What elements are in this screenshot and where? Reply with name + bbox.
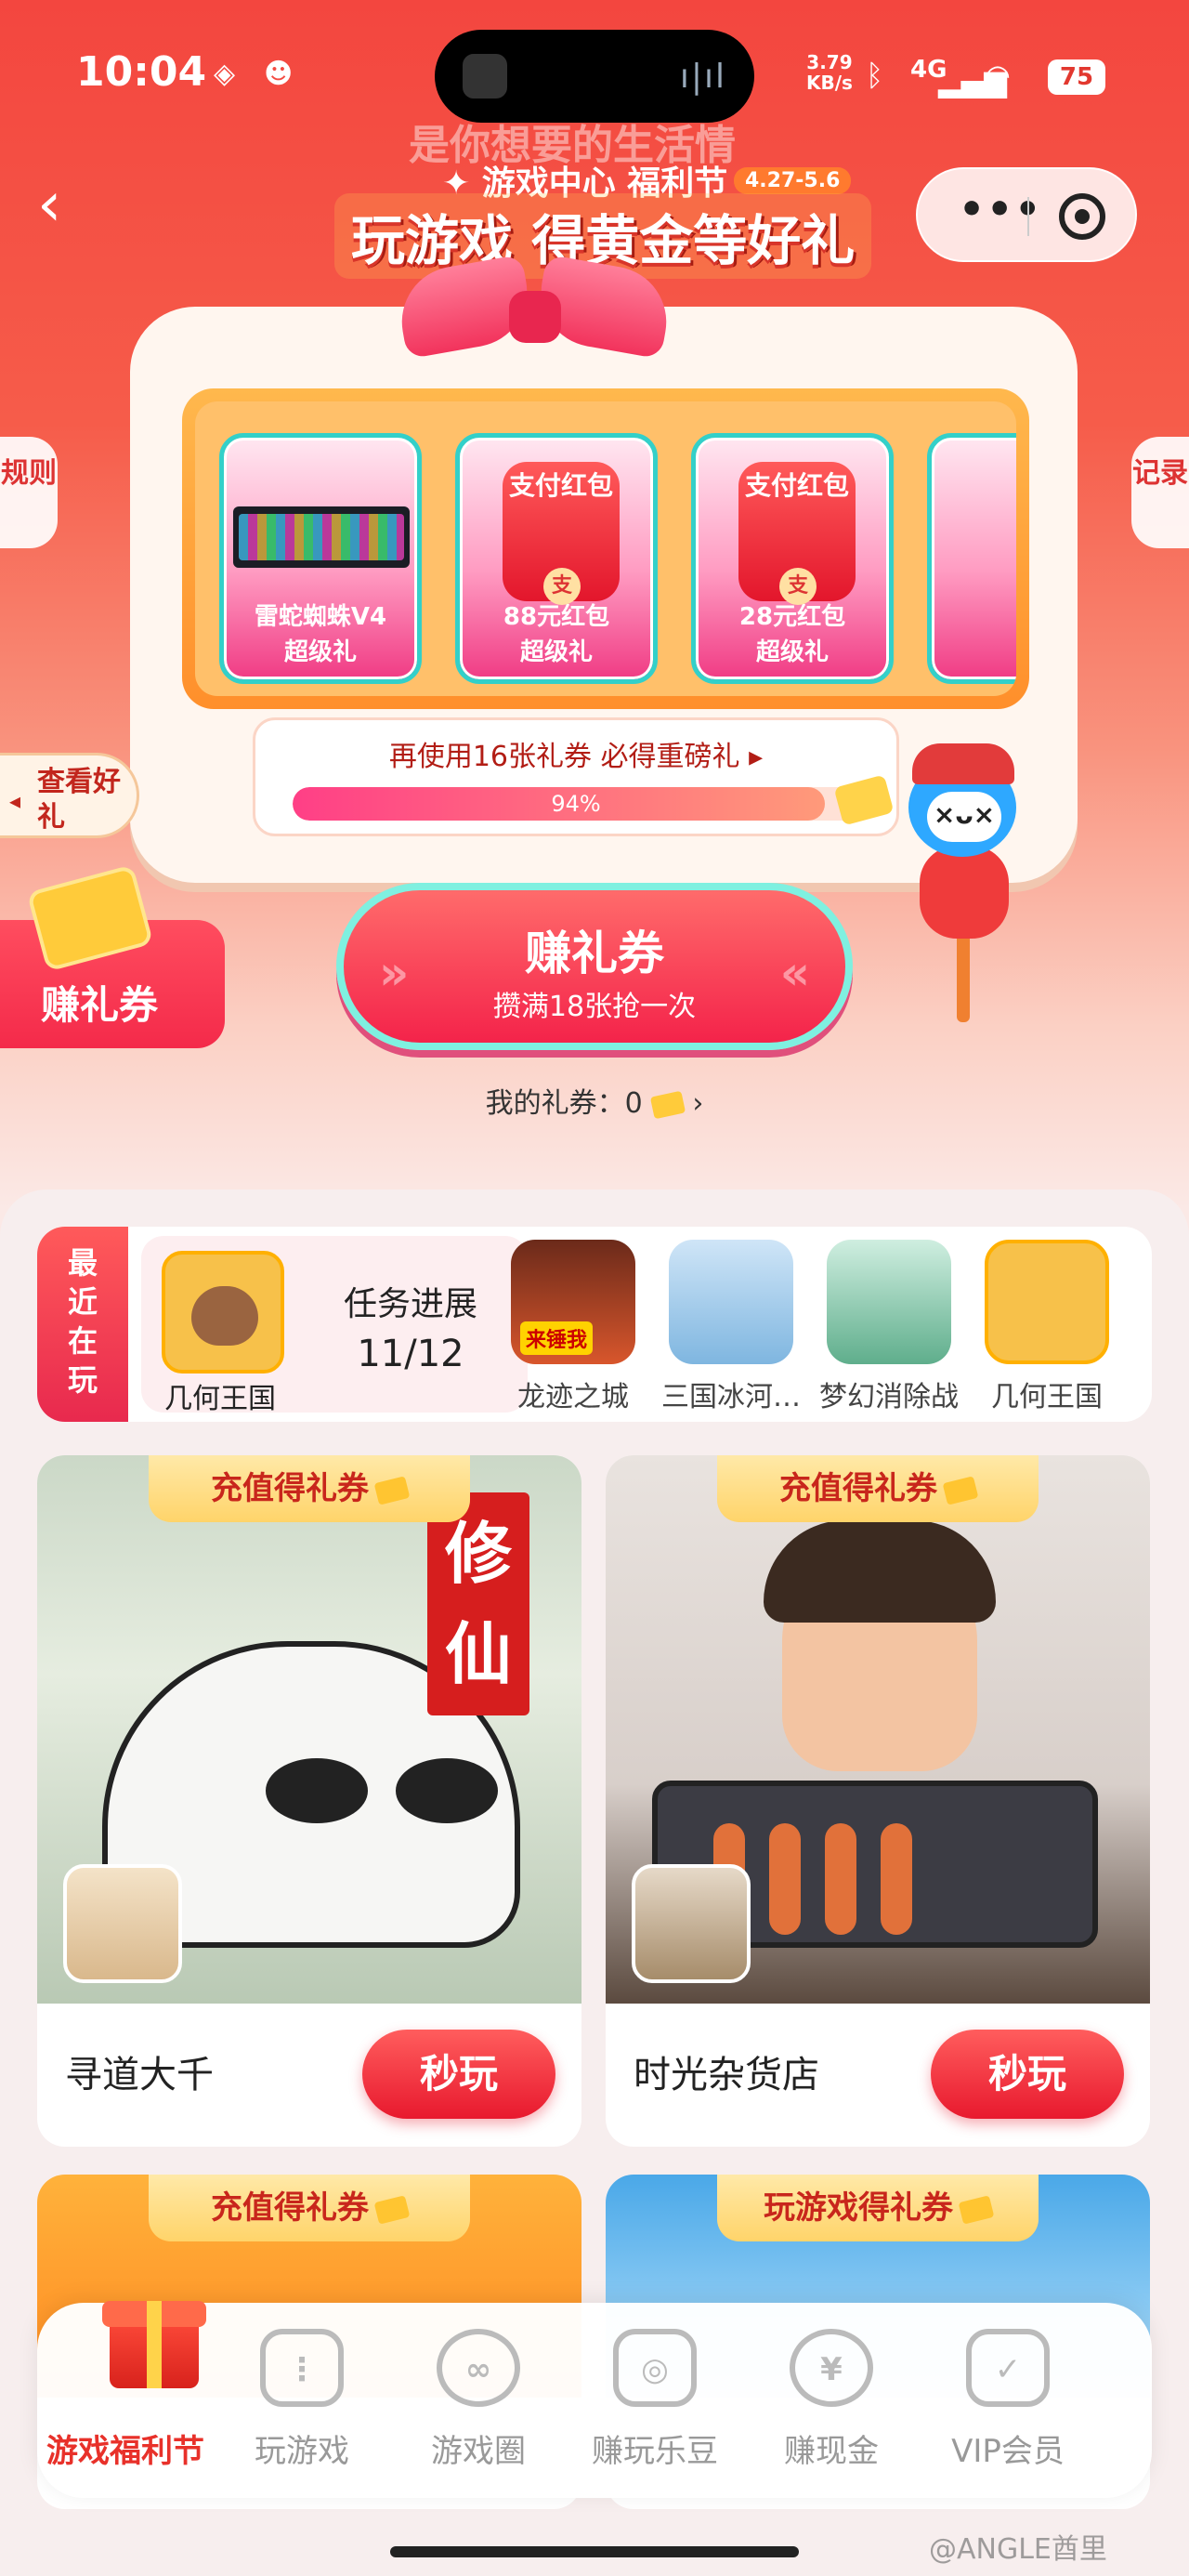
vip-icon: ✓ [966,2329,1050,2407]
recent-game-icon[interactable]: 来锤我 [511,1240,635,1364]
progress-percent: 94% [551,791,601,817]
more-button[interactable]: ••• [959,186,1042,233]
game-icon-jihe [162,1251,284,1373]
woman-illustration [764,1520,996,1771]
watermark: @ANGLE酋里 [929,2533,1107,2566]
ticket-icon [649,1090,686,1119]
network-speed: 3.79 KB/s [806,51,853,94]
mini-program-capsule: ••• [916,167,1137,262]
coupon-tag: 充值得礼券 [149,2175,470,2241]
mascot: ×ᴗ× [899,743,1029,1022]
recent-game-icon[interactable] [669,1240,793,1364]
nav-item-earn-cash[interactable]: ¥ 赚现金 [743,2303,920,2498]
island-thumbnail [463,54,507,99]
home-indicator[interactable] [390,2546,799,2557]
keyboard-image [233,506,410,568]
game-name: 几何王国 [164,1383,276,1415]
progress-bar: 94% [293,787,859,821]
nav-item-festival[interactable]: 游戏福利节 [37,2301,214,2498]
mascot-face: ×ᴗ× [927,792,1001,842]
recent-game-name: 梦幻消除战 [819,1381,959,1413]
battery-indicator: 75 [1048,59,1105,95]
earn-coupon-button[interactable]: » « 赚礼券 攒满18张抢一次 [336,883,853,1050]
nav-item-vip[interactable]: ✓ VIP会员 [920,2303,1096,2498]
recent-game-icon[interactable] [985,1240,1109,1364]
prize-reel: 雷蛇蜘蛛V4 超级礼 支付红包 支 88元红包 超级礼 支付红包 支 28元红包 超级… [182,388,1029,709]
play-now-button[interactable]: 秒玩 [931,2030,1124,2119]
festival-dates: 4.27-5.6 [734,167,852,194]
recent-game-name: 龙迹之城 [517,1381,629,1413]
earn-coupon-side-button[interactable]: 赚礼券 [0,864,225,1048]
controller-icon: ⋮ [260,2329,344,2407]
recent-game-name: 三国冰河… [661,1381,801,1413]
play-now-button[interactable]: 秒玩 [362,2030,555,2119]
nav-item-play-games[interactable]: ⋮ 玩游戏 [214,2303,390,2498]
bluetooth-icon: ᛒ [866,58,884,93]
check-gifts-tab[interactable]: ◂ 查看好礼 [0,753,139,838]
nav-item-game-circle[interactable]: ∞ 游戏圈 [390,2303,567,2498]
circle-icon: ∞ [437,2329,520,2407]
capsule-divider [1027,197,1029,236]
progress-text: 再使用16张礼券 必得重磅礼 ▸ [388,741,764,773]
qq-icon: ☻ [264,58,294,90]
rules-tab[interactable]: 规则 [0,437,58,548]
coupon-tag: 充值得礼券 [717,1455,1039,1522]
status-time: 10:04 [76,48,207,96]
nav-item-earn-beans[interactable]: ◎ 赚玩乐豆 [567,2303,743,2498]
coupon-tag: 玩游戏得礼券 [717,2175,1039,2241]
recent-tag: 最近在玩 [37,1227,128,1422]
back-button[interactable]: ‹ [37,174,84,242]
coupon-tag: 充值得礼券 [149,1455,470,1522]
ticket-icon [373,2194,411,2225]
task-progress-card[interactable]: 几何王国 任务进展 11/12 [141,1236,528,1415]
ticket-icon [373,1475,411,1505]
recent-game-icon[interactable] [827,1240,951,1364]
prize-partial [927,433,1016,684]
layers-icon: ◈ [214,58,236,90]
dynamic-island: ı|ıl [435,30,754,123]
ticket-icon [942,1475,979,1505]
task-value: 11/12 [357,1333,464,1375]
game-mini-icon [63,1864,182,1983]
progress-panel[interactable]: 再使用16张礼券 必得重磅礼 ▸ 94% [253,717,899,836]
art-text: 修仙 [427,1492,529,1715]
audio-wave-icon: ı|ıl [679,58,726,96]
close-target-icon[interactable] [1059,193,1105,240]
alipay-coin-icon: 支 [779,568,817,605]
gift-icon [100,2280,206,2388]
alipay-coin-icon: 支 [543,568,581,605]
my-tickets-link[interactable]: 我的礼券：0 › [0,1080,1189,1121]
bean-icon: ◎ [613,2329,697,2407]
prize-keyboard[interactable]: 雷蛇蜘蛛V4 超级礼 [219,433,422,684]
recent-games-strip: 最近在玩 几何王国 任务进展 11/12 来锤我 龙迹之城 三国冰河… 梦幻消除… [37,1227,1152,1422]
game-card[interactable]: 修仙 充值得礼券 寻道大千 秒玩 [37,1455,581,2147]
wifi-icon: ◠ [985,58,1011,93]
records-tab[interactable]: 记录 [1131,437,1189,548]
game-title: 时光杂货店 [634,2054,819,2096]
recent-game-name: 几何王国 [991,1381,1103,1413]
prize-red-packet-28[interactable]: 支付红包 支 28元红包 超级礼 [691,433,894,684]
bottom-nav: 游戏福利节 ⋮ 玩游戏 ∞ 游戏圈 ◎ 赚玩乐豆 ¥ 赚现金 ✓ VIP会员 [37,2301,1152,2498]
game-title: 寻道大千 [65,2054,214,2096]
yuan-icon: ¥ [790,2329,873,2407]
ticket-icon [958,2194,995,2225]
game-mini-icon [632,1864,751,1983]
prize-red-packet-88[interactable]: 支付红包 支 88元红包 超级礼 [455,433,658,684]
task-title: 任务进展 [343,1285,477,1323]
game-card[interactable]: 充值得礼券 时光杂货店 秒玩 [606,1455,1150,2147]
chevron-left-icon: ◂ [9,788,21,814]
bow-decoration [393,254,675,376]
